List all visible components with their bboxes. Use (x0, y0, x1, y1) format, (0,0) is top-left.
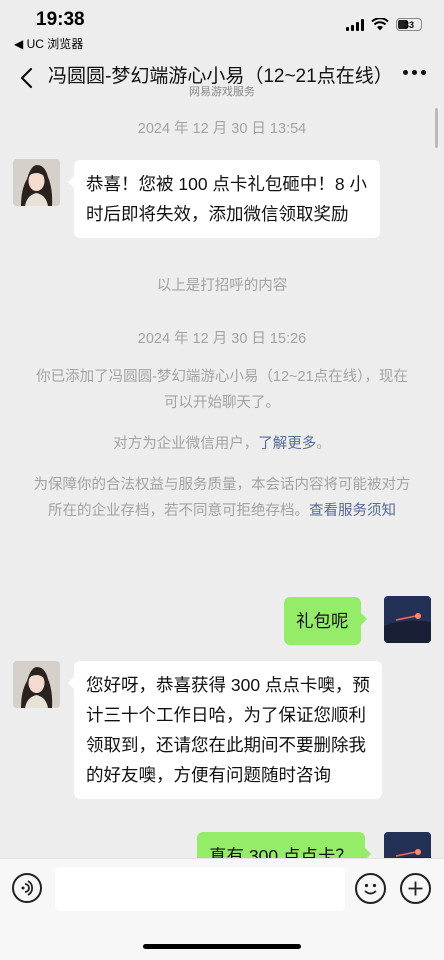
greeting-note: 以上是打招呼的内容 (156, 278, 288, 294)
enterprise-note: 对方为企业微信用户，了解更多。 (0, 431, 444, 457)
status-time: 19:38 (36, 9, 85, 30)
chat-subtitle: 网易游戏服务 (189, 86, 255, 98)
message-input[interactable] (55, 867, 345, 911)
back-to-app-link[interactable]: ◀ UC 浏览器 (14, 35, 83, 52)
status-icons: 33 (346, 18, 422, 31)
self-avatar[interactable] (384, 596, 431, 643)
archive-note: 为保障你的合法权益与服务质量，本会话内容将可能被对方所在的企业存档，若不同意可拒… (32, 472, 412, 524)
voice-icon[interactable] (12, 873, 42, 903)
message-bubble-contact: 您好呀，恭喜获得 300 点点卡噢，预计三十个工作日哈，为了保证您顺利领取到，还… (68, 661, 382, 799)
message-bubble-contact: 恭喜！您被 100 点卡礼包砸中！8 小时后即将失效，添加微信领取奖励 (68, 160, 380, 238)
service-terms-link[interactable]: 查看服务须知 (309, 503, 396, 519)
chat-header: 冯圆圆-梦幻端游心小易（12~21点在线） 网易游戏服务 (0, 54, 444, 102)
status-bar: 19:38 ◀ UC 浏览器 33 (0, 0, 444, 54)
signal-icon (346, 18, 364, 31)
more-dots-icon[interactable] (403, 70, 426, 75)
friend-added-note: 你已添加了冯圆圆-梦幻端游心小易（12~21点在线），现在可以开始聊天了。 (36, 369, 408, 411)
battery-icon: 33 (396, 18, 422, 31)
wifi-icon (371, 18, 389, 31)
home-indicator (143, 944, 301, 949)
plus-icon[interactable] (400, 873, 431, 904)
timestamp: 2024 年 12 月 30 日 15:26 (137, 331, 307, 347)
message-bubble-self: 礼包呢 (284, 597, 366, 645)
emoji-icon[interactable] (355, 873, 386, 904)
learn-more-link[interactable]: 了解更多 (258, 436, 316, 452)
contact-avatar[interactable] (13, 159, 60, 206)
enterprise-note-end: 。 (316, 436, 331, 452)
timestamp: 2024 年 12 月 30 日 13:54 (137, 121, 307, 137)
contact-avatar[interactable] (13, 661, 60, 708)
battery-level: 33 (403, 19, 414, 30)
enterprise-note-text: 对方为企业微信用户， (113, 436, 259, 452)
